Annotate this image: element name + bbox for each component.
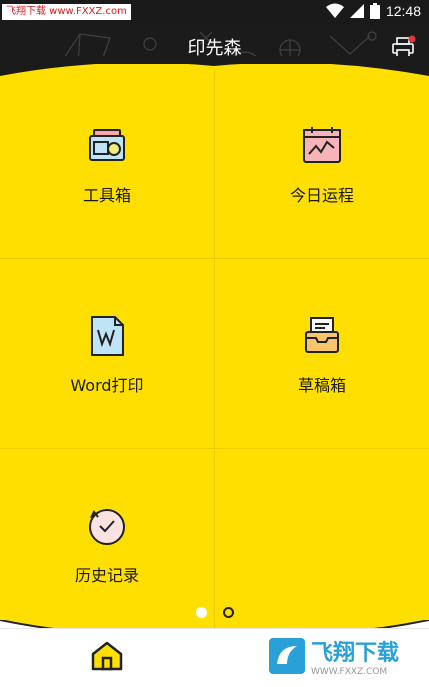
page-dot-active[interactable]: [195, 607, 207, 618]
grid-item-drafts[interactable]: 草稿箱: [215, 260, 429, 450]
grid-item-label: Word打印: [70, 376, 144, 395]
logo-title: 飞翔下载: [311, 641, 400, 666]
history-clock-icon: [89, 509, 125, 545]
page-dot[interactable]: [222, 607, 234, 618]
wifi-icon: [325, 3, 344, 18]
grid-item-label: 草稿箱: [297, 376, 346, 395]
grid-item-label: 工具箱: [82, 186, 131, 205]
grid-item-label: 历史记录: [74, 566, 139, 585]
calendar-chart-icon: [303, 127, 341, 163]
status-bar: 飞翔下载 www.FXXZ.com 12:48: [0, 0, 429, 24]
toolbox-icon: [89, 129, 125, 161]
drafts-tray-icon: [305, 317, 339, 353]
home-icon[interactable]: [89, 640, 125, 672]
grid-item-label: 今日运程: [289, 186, 354, 205]
logo-subtitle: WWW.FXXZ.COM: [311, 667, 388, 677]
status-icons: 12:48: [325, 3, 421, 19]
watermark-banner: 飞翔下载 www.FXXZ.com: [2, 4, 131, 20]
word-document-icon: [91, 316, 124, 356]
fxxz-logo-icon: [269, 638, 305, 674]
battery-icon: [369, 3, 380, 19]
signal-icon: [349, 4, 364, 18]
grid-item-daily-fortune[interactable]: 今日运程: [215, 70, 429, 260]
grid-item-toolbox[interactable]: 工具箱: [0, 70, 214, 260]
page-indicator: [0, 607, 429, 618]
watermark-logo: 飞翔下载 WWW.FXXZ.COM: [267, 632, 423, 680]
status-time: 12:48: [385, 3, 421, 19]
grid-item-word-print[interactable]: Word打印: [0, 260, 214, 450]
